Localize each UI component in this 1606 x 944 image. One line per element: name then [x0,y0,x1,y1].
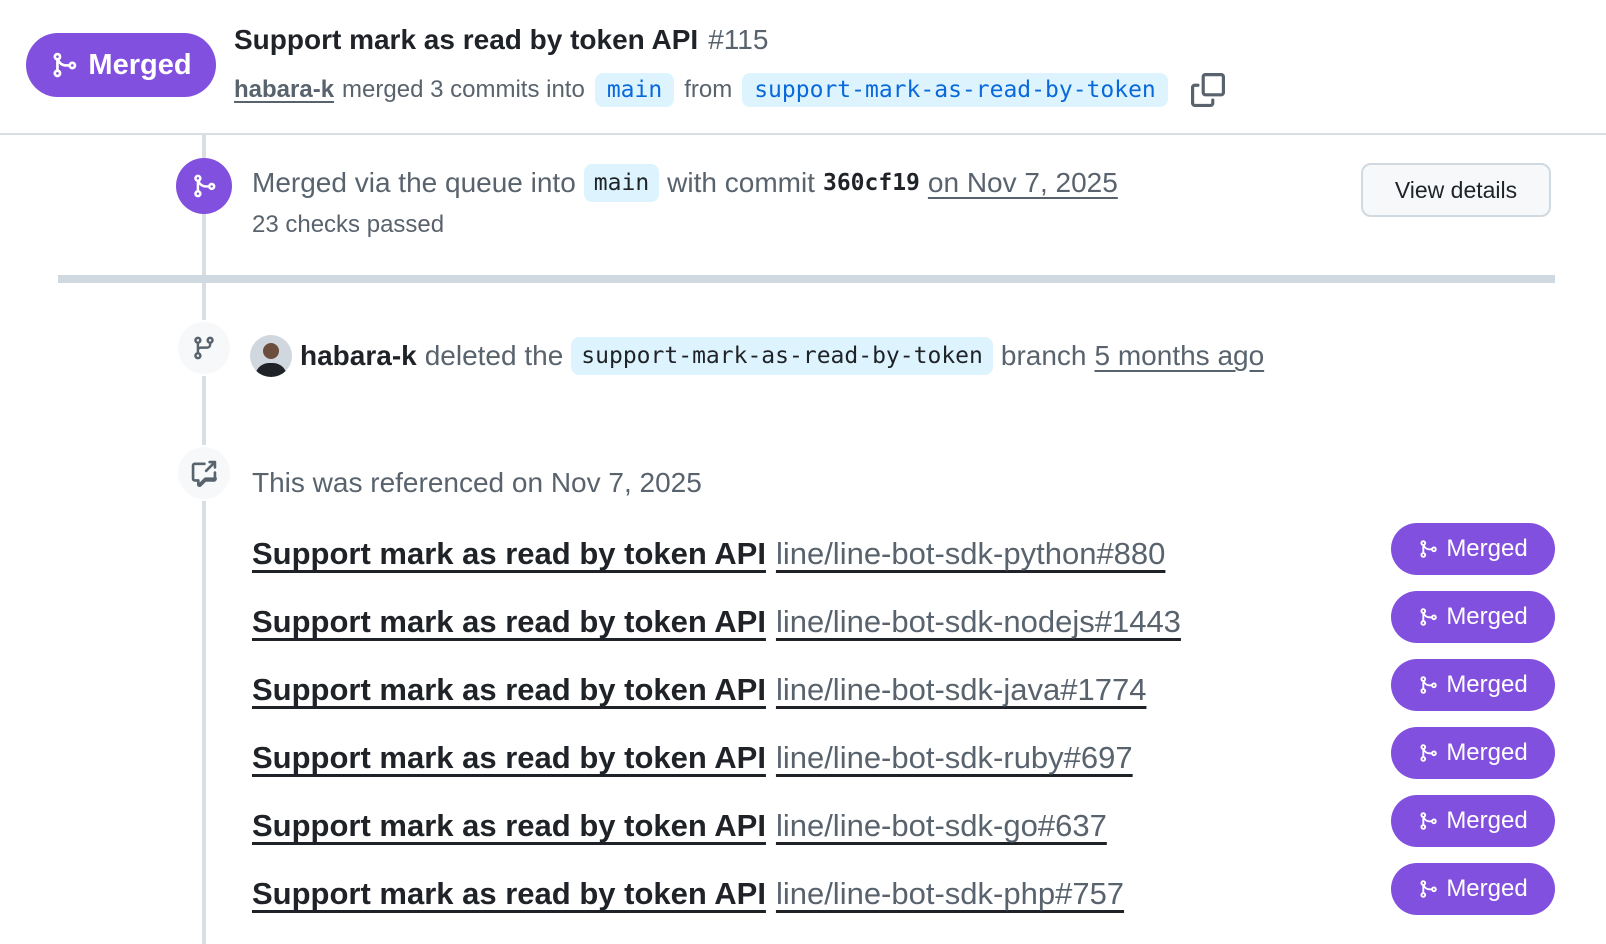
reference-event-icon [176,445,232,501]
merged-text: merged 3 commits into [342,76,585,103]
state-label: Merged [88,48,192,81]
reference-repo: line/line-bot-sdk-python#880 [775,536,1166,571]
reference-item: Support mark as read by token API line/li… [252,724,1555,792]
reference-title: Support mark as read by token API [252,536,766,571]
reference-merged-badge: Merged [1391,727,1555,779]
merge-prefix: Merged via the queue into [252,167,576,198]
section-divider [58,275,1555,283]
copy-branch-button[interactable] [1188,70,1228,110]
branch-deleted-event: habara-k deleted the support-mark-as-rea… [250,335,1264,377]
git-merge-icon [1420,608,1438,626]
reference-repo: line/line-bot-sdk-java#1774 [775,672,1147,707]
reference-title: Support mark as read by token API [252,740,766,775]
with-commit-text: with commit [667,167,815,198]
git-merge-icon [1420,880,1438,898]
reference-item: Support mark as read by token API line/li… [252,520,1555,588]
pr-meta: habara-k merged 3 commits into main from… [234,70,1228,110]
reference-link[interactable]: Support mark as read by token API line/li… [252,604,1181,640]
reference-merged-badge: Merged [1391,591,1555,643]
pr-title-text: Support mark as read by token API [234,24,699,55]
reference-repo: line/line-bot-sdk-go#637 [775,808,1107,843]
from-text: from [684,76,733,103]
git-merge-icon [1420,812,1438,830]
reference-state: Merged [1446,739,1528,766]
head-branch-chip[interactable]: support-mark-as-read-by-token [742,73,1168,107]
git-merge-icon [1420,540,1438,558]
commit-sha-link[interactable]: 360cf19 [823,170,920,196]
deleted-branch-chip: support-mark-as-read-by-token [571,337,993,375]
reference-repo: line/line-bot-sdk-nodejs#1443 [775,604,1181,639]
reference-merged-badge: Merged [1391,863,1555,915]
reference-title: Support mark as read by token API [252,876,766,911]
merge-event-text: Merged via the queue into main with comm… [252,164,1118,202]
merge-event-icon [176,158,232,214]
git-merge-icon [194,174,216,198]
deleted-by-user-link[interactable]: habara-k [300,340,417,372]
reference-title: Support mark as read by token API [252,808,766,843]
reference-link[interactable]: Support mark as read by token API line/li… [252,672,1146,708]
pr-header: Merged Support mark as read by token API… [0,0,1606,135]
merge-date-link[interactable]: on Nov 7, 2025 [928,167,1118,199]
reference-item: Support mark as read by token API line/li… [252,656,1555,724]
checks-status: 23 checks passed [252,211,445,238]
reference-merged-badge: Merged [1391,659,1555,711]
avatar-body [255,363,287,377]
author-link[interactable]: habara-k [234,76,334,104]
avatar[interactable] [250,335,292,377]
branch-event-icon [176,320,232,376]
view-details-button[interactable]: View details [1361,163,1551,217]
reference-title: Support mark as read by token API [252,604,766,639]
git-merge-icon [1420,676,1438,694]
reference-state: Merged [1446,671,1528,698]
deleted-text: deleted the [424,340,564,371]
reference-list: Support mark as read by token API line/li… [252,520,1555,928]
pr-number: #115 [708,24,769,55]
reference-state: Merged [1446,807,1528,834]
branch-suffix: branch [1000,340,1087,371]
referenced-header: This was referenced on Nov 7, 2025 [252,467,702,498]
reference-state: Merged [1446,603,1528,630]
reference-repo: line/line-bot-sdk-php#757 [775,876,1125,911]
base-branch-chip[interactable]: main [594,73,675,107]
avatar-head [263,343,279,359]
reference-state: Merged [1446,535,1528,562]
reference-link[interactable]: Support mark as read by token API line/li… [252,740,1133,776]
git-merge-icon [1420,744,1438,762]
reference-repo: line/line-bot-sdk-ruby#697 [775,740,1133,775]
reference-link[interactable]: Support mark as read by token API line/li… [252,808,1107,844]
reference-item: Support mark as read by token API line/li… [252,588,1555,656]
timeline-line-bottom [202,283,206,944]
pr-title: Support mark as read by token API #115 [234,24,768,56]
reference-item: Support mark as read by token API line/li… [252,792,1555,860]
reference-link[interactable]: Support mark as read by token API line/li… [252,536,1165,572]
reference-title: Support mark as read by token API [252,672,766,707]
merged-state-badge: Merged [26,33,216,97]
git-branch-icon [194,336,214,360]
reference-item: Support mark as read by token API line/li… [252,860,1555,928]
cross-reference-icon [191,460,217,487]
deleted-time-link[interactable]: 5 months ago [1095,340,1265,372]
reference-link[interactable]: Support mark as read by token API line/li… [252,876,1124,912]
copy-icon [1190,73,1225,107]
git-merge-icon [53,52,77,78]
reference-state: Merged [1446,875,1528,902]
reference-merged-badge: Merged [1391,523,1555,575]
reference-merged-badge: Merged [1391,795,1555,847]
merge-branch-chip[interactable]: main [583,164,660,202]
